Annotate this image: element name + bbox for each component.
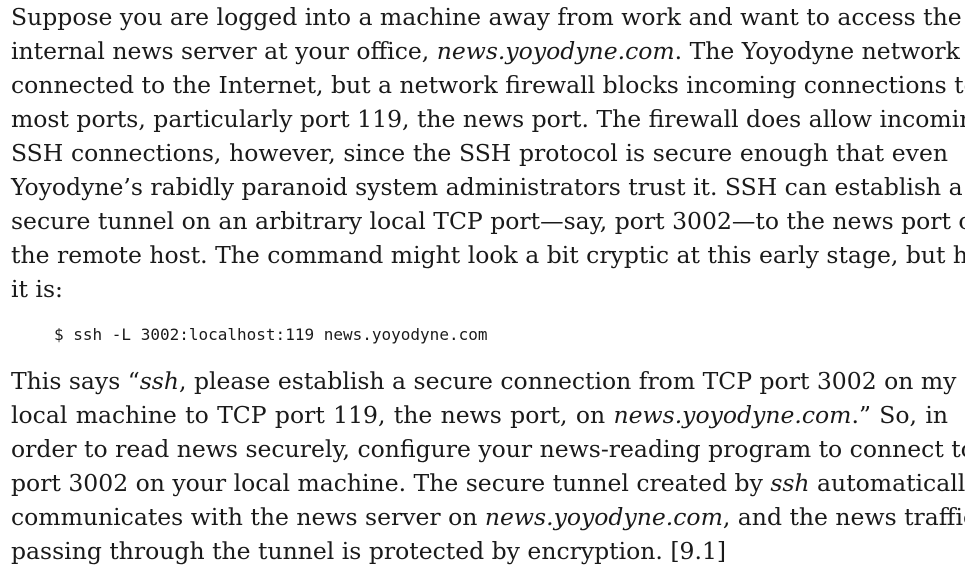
italic-term: ssh (139, 367, 180, 395)
text-line: the remote host. The command might look … (11, 241, 965, 269)
text-line: communicates with the news server on new… (11, 503, 965, 531)
text-line: Yoyodyne’s rabidly paranoid system admin… (11, 173, 963, 201)
text-line: it is: (11, 275, 63, 303)
italic-term: ssh (770, 469, 810, 497)
text-line: connected to the Internet, but a network… (11, 71, 965, 99)
code-block: $ ssh -L 3002:localhost:119 news.yoyodyn… (54, 325, 488, 344)
text-line: Suppose you are logged into a machine aw… (11, 3, 962, 31)
italic-term: news.yoyodyne.com (436, 37, 675, 65)
text-line: secure tunnel on an arbitrary local TCP … (11, 207, 965, 235)
text-line: SSH connections, however, since the SSH … (11, 139, 948, 167)
text-line: most ports, particularly port 119, the n… (11, 105, 965, 133)
paragraph-explanation: This says “ssh, please establish a secur… (11, 364, 965, 568)
text-line: port 3002 on your local machine. The sec… (11, 469, 965, 497)
paragraph-intro: Suppose you are logged into a machine aw… (11, 0, 965, 306)
text-line: passing through the tunnel is protected … (11, 537, 727, 565)
text-line: This says “ssh, please establish a secur… (11, 367, 957, 395)
italic-term: news.yoyodyne.com (613, 401, 852, 429)
text-line: local machine to TCP port 119, the news … (11, 401, 949, 429)
text-line: order to read news securely, configure y… (11, 435, 965, 463)
document-page: Suppose you are logged into a machine aw… (11, 0, 965, 568)
italic-term: news.yoyodyne.com (484, 503, 723, 531)
text-line: internal news server at your office, new… (11, 37, 965, 65)
